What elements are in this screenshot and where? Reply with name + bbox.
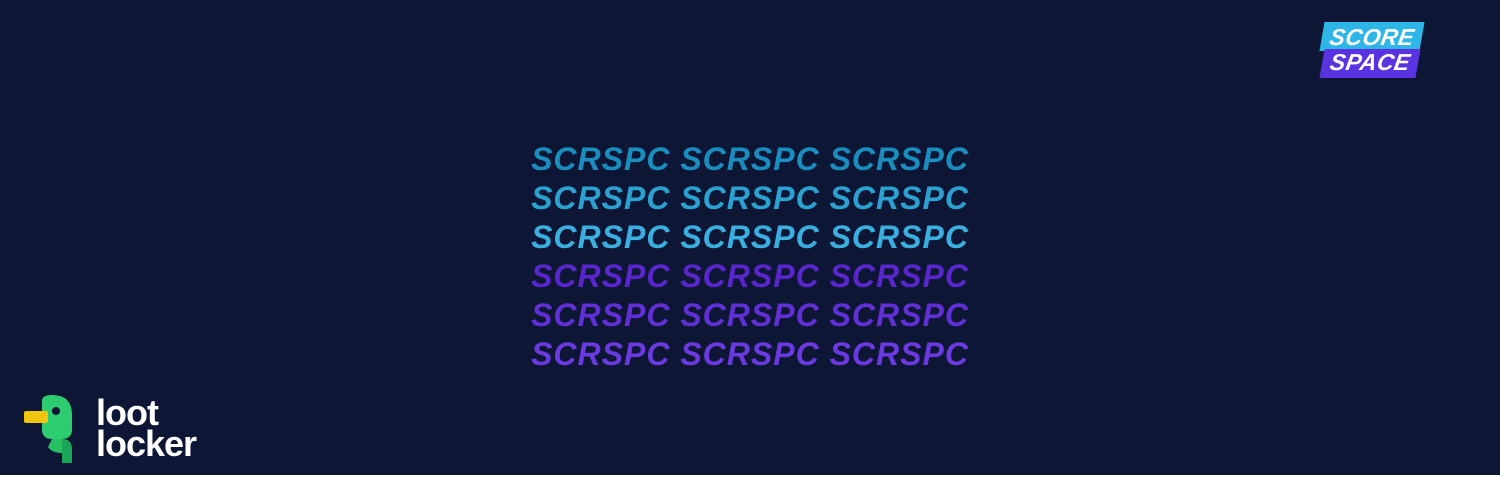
lootlocker-logo: loot locker [20, 393, 196, 465]
parrot-icon [20, 393, 84, 465]
repeat-row: SCRSPC SCRSPC SCRSPC [300, 296, 1200, 335]
scorespace-label-top: SCORE [1319, 22, 1424, 51]
scorespace-logo: SCORE SPACE [1322, 22, 1452, 78]
lootlocker-wordmark: loot locker [96, 398, 196, 459]
repeat-row: SCRSPC SCRSPC SCRSPC [300, 335, 1200, 374]
repeat-row: SCRSPC SCRSPC SCRSPC [300, 178, 1200, 217]
repeat-row: SCRSPC SCRSPC SCRSPC [300, 217, 1200, 256]
scorespace-label-bottom: SPACE [1319, 49, 1420, 78]
lootlocker-line2: locker [96, 429, 196, 460]
repeat-row: SCRSPC SCRSPC SCRSPC [300, 257, 1200, 296]
repeated-text-block: SCRSPC SCRSPC SCRSPC SCRSPC SCRSPC SCRSP… [300, 139, 1200, 373]
banner-image: SCORE SPACE SCRSPC SCRSPC SCRSPC SCRSPC … [0, 0, 1500, 475]
repeat-row: SCRSPC SCRSPC SCRSPC [300, 139, 1200, 178]
